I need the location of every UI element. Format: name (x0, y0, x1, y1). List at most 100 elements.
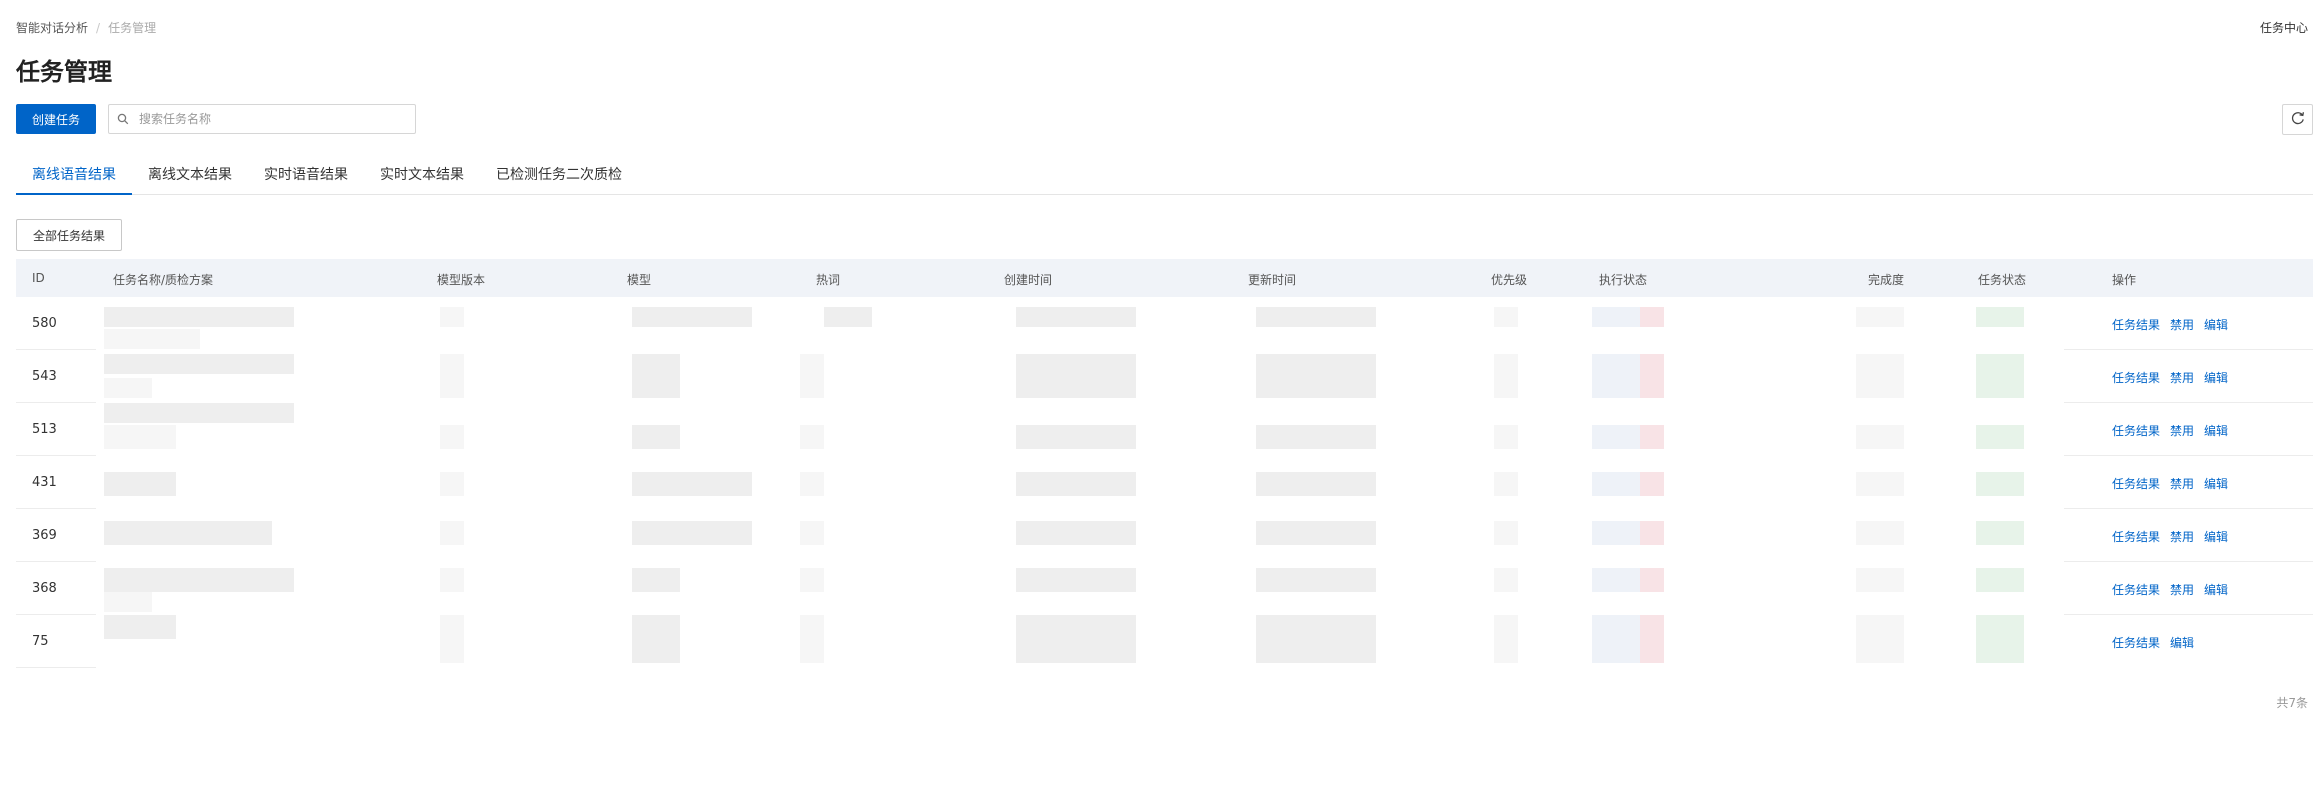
row-actions: 任务结果 编辑 (2112, 634, 2204, 651)
redacted-cell (800, 615, 824, 663)
edit-link[interactable]: 编辑 (2170, 634, 2194, 651)
redacted-cell (104, 472, 176, 496)
redacted-cell (1976, 425, 2024, 449)
redacted-cell (1856, 568, 1904, 592)
redacted-cell (440, 568, 464, 592)
tab-offline-text-results[interactable]: 离线文本结果 (148, 164, 232, 184)
breadcrumb: 智能对话分析 / 任务管理 (16, 19, 156, 36)
refresh-button[interactable] (2282, 104, 2313, 135)
edit-link[interactable]: 编辑 (2204, 369, 2228, 386)
row-id: 431 (32, 475, 57, 490)
column-header-created-time: 创建时间 (1004, 273, 1053, 287)
redacted-cell (1592, 307, 1640, 327)
column-header-task-status: 任务状态 (1978, 273, 2027, 287)
redacted-cell (104, 521, 272, 545)
table-header: ID 任务名称/质检方案 模型版本 模型 热词 创建时间 更新时间 优先级 执行… (16, 259, 2313, 297)
redacted-cell (1256, 307, 1376, 327)
redacted-cell (1256, 521, 1376, 545)
all-task-results-filter[interactable]: 全部任务结果 (16, 219, 122, 251)
row-actions: 任务结果 禁用 编辑 (2112, 475, 2238, 492)
edit-link[interactable]: 编辑 (2204, 475, 2228, 492)
redacted-cell (632, 472, 752, 496)
row-id: 75 (32, 634, 49, 649)
redacted-cell (1976, 521, 2024, 545)
row-actions: 任务结果 禁用 编辑 (2112, 528, 2238, 545)
redacted-cell (1494, 615, 1518, 663)
task-result-link[interactable]: 任务结果 (2112, 369, 2160, 386)
disable-link[interactable]: 禁用 (2170, 316, 2194, 333)
redacted-cell (1976, 568, 2024, 592)
redacted-cell (632, 568, 680, 592)
result-tabs: 离线语音结果 离线文本结果 实时语音结果 实时文本结果 已检测任务二次质检 (16, 152, 2313, 195)
redacted-cell (440, 521, 464, 545)
disable-link[interactable]: 禁用 (2170, 528, 2194, 545)
table-row: 368 任务结果 禁用 编辑 (16, 562, 2313, 615)
redacted-cell (1256, 354, 1376, 398)
redacted-cell (1856, 354, 1904, 398)
redacted-cell (800, 425, 824, 449)
redacted-cell (1640, 568, 1664, 592)
redacted-cell (104, 307, 294, 327)
task-result-link[interactable]: 任务结果 (2112, 475, 2160, 492)
redacted-cell (104, 425, 176, 449)
redacted-cell (1592, 521, 1640, 545)
total-count: 共7条 (2276, 696, 2308, 710)
search-box[interactable] (108, 104, 416, 134)
edit-link[interactable]: 编辑 (2204, 422, 2228, 439)
redacted-cell (1640, 615, 1664, 663)
redacted-cell (440, 425, 464, 449)
breadcrumb-current: 任务管理 (108, 21, 157, 35)
task-result-link[interactable]: 任务结果 (2112, 422, 2160, 439)
redacted-cell (1640, 521, 1664, 545)
search-input[interactable] (137, 111, 415, 127)
column-header-completion: 完成度 (1868, 273, 1905, 287)
column-header-exec-status: 执行状态 (1599, 273, 1648, 287)
table-row: 543 任务结果 禁用 编辑 (16, 350, 2313, 403)
redacted-cell (1256, 615, 1376, 663)
redacted-cell (1640, 425, 1664, 449)
create-task-button[interactable]: 创建任务 (16, 104, 96, 134)
redacted-cell (632, 425, 680, 449)
disable-link[interactable]: 禁用 (2170, 422, 2194, 439)
redacted-cell (1592, 615, 1640, 663)
column-header-hotword: 热词 (816, 273, 841, 287)
redacted-cell (1640, 307, 1664, 327)
column-header-ops: 操作 (2112, 273, 2137, 287)
redacted-cell (1256, 568, 1376, 592)
task-result-link[interactable]: 任务结果 (2112, 528, 2160, 545)
task-result-link[interactable]: 任务结果 (2112, 634, 2160, 651)
redacted-cell (104, 592, 152, 612)
task-center-link[interactable]: 任务中心 (2260, 19, 2308, 36)
tab-realtime-text-results[interactable]: 实时文本结果 (380, 164, 464, 184)
table-row: 580 任务结果 禁用 编辑 (16, 297, 2313, 350)
active-tab-indicator (16, 193, 132, 195)
disable-link[interactable]: 禁用 (2170, 475, 2194, 492)
redacted-cell (1976, 307, 2024, 327)
redacted-cell (1856, 521, 1904, 545)
redacted-cell (1494, 568, 1518, 592)
edit-link[interactable]: 编辑 (2204, 316, 2228, 333)
redacted-cell (1856, 615, 1904, 663)
edit-link[interactable]: 编辑 (2204, 581, 2228, 598)
redacted-cell (104, 403, 294, 423)
breadcrumb-parent-link[interactable]: 智能对话分析 (16, 19, 88, 36)
tab-secondary-inspection[interactable]: 已检测任务二次质检 (496, 164, 622, 184)
task-result-link[interactable]: 任务结果 (2112, 316, 2160, 333)
row-actions: 任务结果 禁用 编辑 (2112, 422, 2238, 439)
table-row: 431 任务结果 禁用 编辑 (16, 456, 2313, 509)
redacted-cell (1640, 354, 1664, 398)
row-id: 368 (32, 581, 57, 596)
row-divider (16, 667, 96, 668)
disable-link[interactable]: 禁用 (2170, 369, 2194, 386)
disable-link[interactable]: 禁用 (2170, 581, 2194, 598)
redacted-cell (1976, 472, 2024, 496)
edit-link[interactable]: 编辑 (2204, 528, 2228, 545)
task-result-link[interactable]: 任务结果 (2112, 581, 2160, 598)
redacted-cell (1016, 307, 1136, 327)
redacted-cell (1976, 354, 2024, 398)
tab-offline-voice-results[interactable]: 离线语音结果 (32, 164, 116, 184)
row-actions: 任务结果 禁用 编辑 (2112, 581, 2238, 598)
redacted-cell (104, 378, 152, 398)
redacted-cell (440, 472, 464, 496)
tab-realtime-voice-results[interactable]: 实时语音结果 (264, 164, 348, 184)
